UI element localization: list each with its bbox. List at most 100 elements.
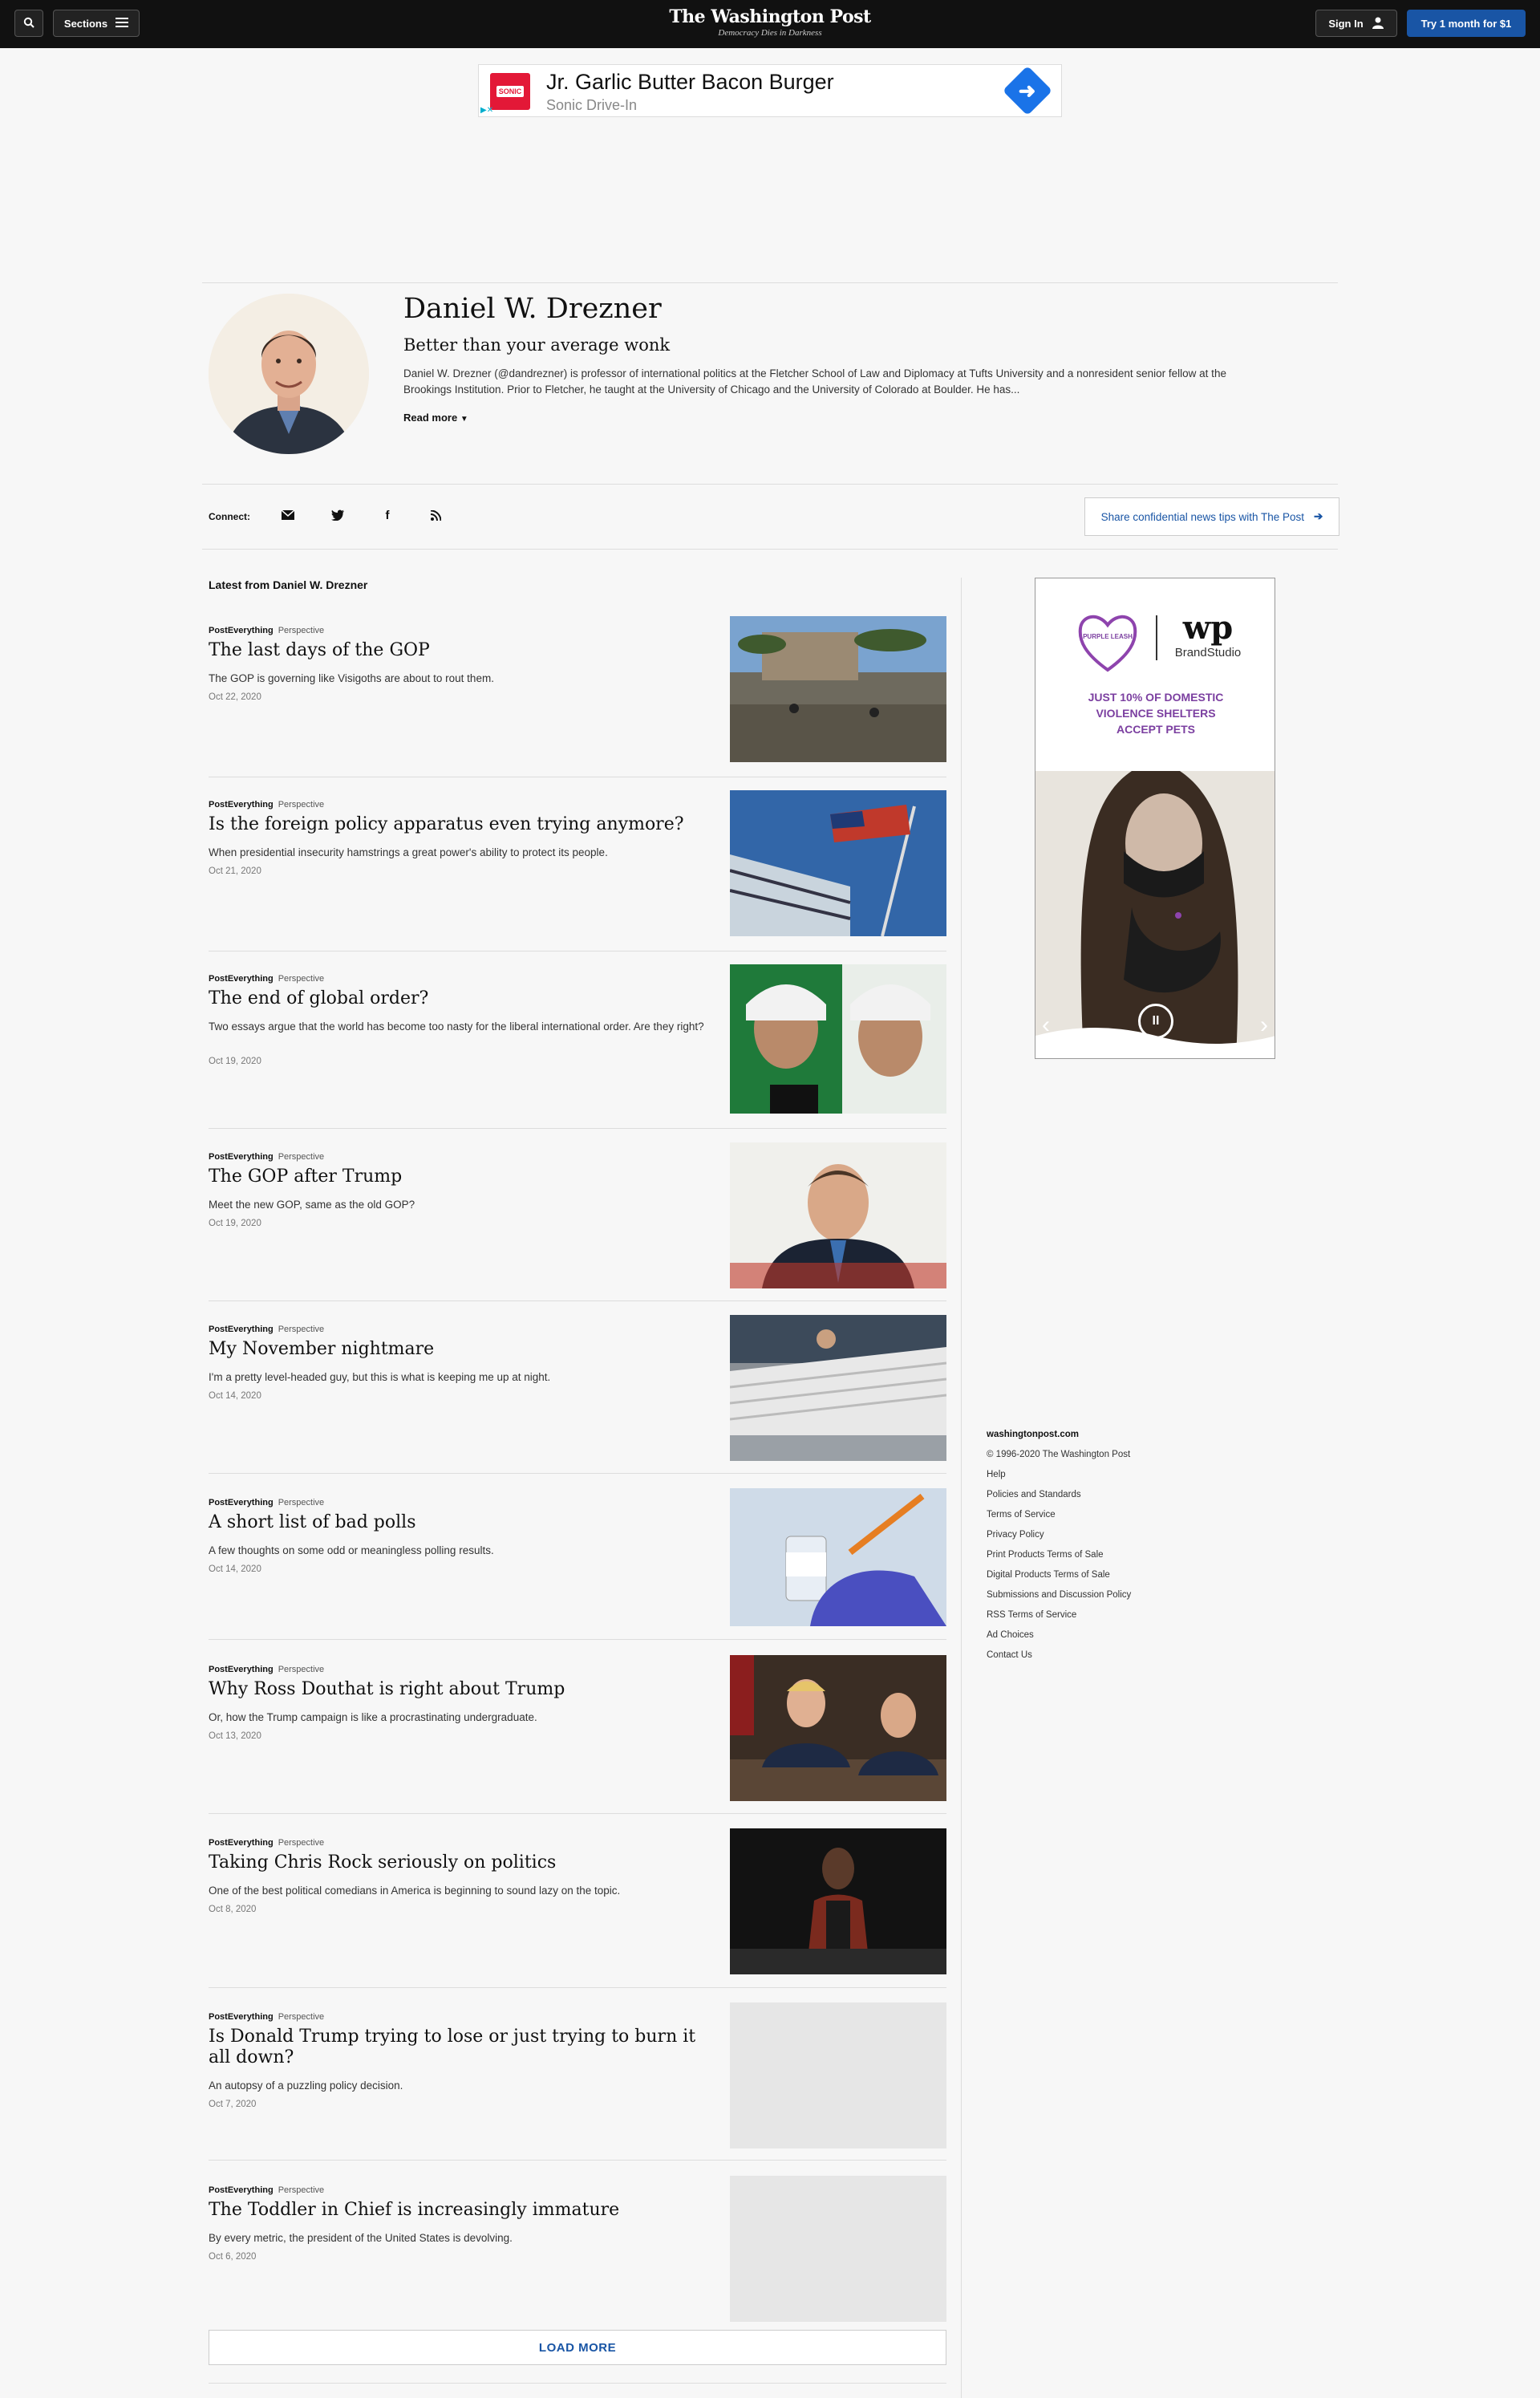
article-image[interactable] bbox=[730, 616, 946, 762]
load-more-button[interactable]: LOAD MORE bbox=[209, 2330, 946, 2365]
article-image[interactable] bbox=[730, 964, 946, 1114]
rss-icon[interactable] bbox=[426, 505, 445, 525]
article-headline[interactable]: Taking Chris Rock seriously on politics bbox=[209, 1852, 698, 1873]
article-date: Oct 8, 2020 bbox=[209, 1905, 257, 1914]
article-divider bbox=[209, 2160, 946, 2161]
footer-link-submissions[interactable]: Submissions and Discussion Policy bbox=[987, 1590, 1131, 1610]
author-name: Daniel W. Drezner bbox=[403, 293, 662, 325]
article-card[interactable]: PostEverything Perspective The Toddler in… bbox=[209, 2176, 946, 2331]
footer-link-help[interactable]: Help bbox=[987, 1470, 1131, 1490]
sonic-logo: SONIC bbox=[490, 73, 530, 110]
footer-link-privacy[interactable]: Privacy Policy bbox=[987, 1530, 1131, 1550]
ad-choices-icon[interactable]: ▶✕ bbox=[480, 106, 493, 115]
footer-link-policies[interactable]: Policies and Standards bbox=[987, 1490, 1131, 1510]
share-tips-button[interactable]: Share confidential news tips with The Po… bbox=[1084, 497, 1339, 536]
perspective-label: Perspective bbox=[278, 1498, 325, 1507]
footer-link-print-terms[interactable]: Print Products Terms of Sale bbox=[987, 1550, 1131, 1570]
divider bbox=[202, 282, 1338, 283]
article-date: Oct 7, 2020 bbox=[209, 2100, 257, 2109]
article-headline[interactable]: My November nightmare bbox=[209, 1339, 698, 1360]
facebook-icon[interactable]: f bbox=[378, 505, 397, 525]
article-headline[interactable]: Is the foreign policy apparatus even try… bbox=[209, 814, 698, 835]
section-link[interactable]: PostEverything bbox=[209, 626, 274, 635]
article-blurb: By every metric, the president of the Un… bbox=[209, 2232, 513, 2244]
carousel-prev-icon[interactable]: ‹ bbox=[1042, 1012, 1050, 1039]
footer-link-terms[interactable]: Terms of Service bbox=[987, 1510, 1131, 1530]
divider bbox=[202, 549, 1338, 550]
article-headline[interactable]: The end of global order? bbox=[209, 988, 698, 1009]
perspective-label: Perspective bbox=[278, 800, 325, 809]
top-banner-ad[interactable]: SONIC Jr. Garlic Butter Bacon Burger Son… bbox=[478, 64, 1062, 117]
sections-menu-button[interactable]: Sections bbox=[53, 10, 140, 37]
author-bio: Daniel W. Drezner (@dandrezner) is profe… bbox=[403, 367, 1226, 396]
article-headline[interactable]: Is Donald Trump trying to lose or just t… bbox=[209, 2027, 698, 2068]
perspective-label: Perspective bbox=[278, 2185, 325, 2195]
article-card[interactable]: PostEverything Perspective A short list o… bbox=[209, 1488, 946, 1644]
footer-link-contact[interactable]: Contact Us bbox=[987, 1650, 1131, 1670]
article-headline[interactable]: The last days of the GOP bbox=[209, 640, 698, 661]
section-link[interactable]: PostEverything bbox=[209, 800, 274, 809]
perspective-label: Perspective bbox=[278, 1152, 325, 1162]
article-kicker: PostEverything Perspective bbox=[209, 1498, 324, 1507]
sign-in-button[interactable]: Sign In bbox=[1315, 10, 1397, 37]
ad-title: Jr. Garlic Butter Bacon Burger bbox=[546, 70, 834, 94]
footer-link-rss[interactable]: RSS Terms of Service bbox=[987, 1610, 1131, 1630]
section-link[interactable]: PostEverything bbox=[209, 1838, 274, 1848]
footer-link-digital-terms[interactable]: Digital Products Terms of Sale bbox=[987, 1570, 1131, 1590]
email-icon[interactable] bbox=[278, 505, 298, 525]
article-card[interactable]: PostEverything Perspective Taking Chris R… bbox=[209, 1828, 946, 1984]
search-icon bbox=[23, 17, 34, 30]
article-image[interactable] bbox=[730, 1488, 946, 1626]
section-link[interactable]: PostEverything bbox=[209, 1498, 274, 1507]
article-image[interactable] bbox=[730, 1655, 946, 1801]
article-image[interactable] bbox=[730, 790, 946, 936]
logo-tagline: Democracy Dies in Darkness bbox=[718, 28, 822, 38]
article-date: Oct 13, 2020 bbox=[209, 1731, 261, 1741]
section-link[interactable]: PostEverything bbox=[209, 2012, 274, 2022]
search-button[interactable] bbox=[14, 10, 43, 37]
article-card[interactable]: PostEverything Perspective The last days … bbox=[209, 616, 946, 772]
article-headline[interactable]: The Toddler in Chief is increasingly imm… bbox=[209, 2200, 698, 2221]
article-image-placeholder[interactable] bbox=[730, 2002, 946, 2148]
section-link[interactable]: PostEverything bbox=[209, 1325, 274, 1334]
article-blurb: An autopsy of a puzzling policy decision… bbox=[209, 2079, 403, 2092]
article-card[interactable]: PostEverything Perspective Is the foreign… bbox=[209, 790, 946, 946]
article-image[interactable] bbox=[730, 1315, 946, 1461]
subscribe-button[interactable]: Try 1 month for $1 bbox=[1407, 10, 1526, 37]
section-link[interactable]: PostEverything bbox=[209, 1152, 274, 1162]
article-divider bbox=[209, 1639, 946, 1640]
article-card[interactable]: PostEverything Perspective The GOP after … bbox=[209, 1142, 946, 1298]
article-kicker: PostEverything Perspective bbox=[209, 1665, 324, 1674]
carousel-next-icon[interactable]: › bbox=[1260, 1012, 1268, 1039]
author-avatar bbox=[209, 294, 369, 454]
pause-icon[interactable]: II bbox=[1138, 1004, 1173, 1039]
section-link[interactable]: PostEverything bbox=[209, 2185, 274, 2195]
article-divider bbox=[209, 1987, 946, 1988]
article-card[interactable]: PostEverything Perspective Why Ross Douth… bbox=[209, 1655, 946, 1811]
directions-icon[interactable]: ➜ bbox=[1002, 65, 1053, 116]
article-image[interactable] bbox=[730, 1828, 946, 1974]
article-headline[interactable]: The GOP after Trump bbox=[209, 1167, 698, 1187]
article-image-placeholder[interactable] bbox=[730, 2176, 946, 2322]
wp-brandstudio-logo: wp BrandStudio bbox=[1174, 609, 1242, 660]
article-blurb: When presidential insecurity hamstrings … bbox=[209, 846, 608, 858]
sidebar-ad[interactable]: PURPLE LEASH wp BrandStudio JUST 10% OF … bbox=[1035, 578, 1275, 1059]
article-card[interactable]: PostEverything Perspective My November ni… bbox=[209, 1315, 946, 1471]
read-more-button[interactable]: Read more ▼ bbox=[403, 412, 468, 424]
article-headline[interactable]: Why Ross Douthat is right about Trump bbox=[209, 1679, 698, 1700]
article-card[interactable]: PostEverything Perspective Is Donald Trum… bbox=[209, 2002, 946, 2158]
divider bbox=[202, 484, 1338, 485]
article-divider bbox=[209, 1813, 946, 1814]
washington-post-logo[interactable]: The Washington Post Democracy Dies in Da… bbox=[610, 6, 930, 38]
ad-divider bbox=[1156, 615, 1157, 660]
article-kicker: PostEverything Perspective bbox=[209, 626, 324, 635]
article-card[interactable]: PostEverything Perspective The end of glo… bbox=[209, 964, 946, 1120]
footer-site[interactable]: washingtonpost.com bbox=[987, 1430, 1131, 1450]
article-headline[interactable]: A short list of bad polls bbox=[209, 1512, 698, 1533]
section-link[interactable]: PostEverything bbox=[209, 1665, 274, 1674]
twitter-icon[interactable] bbox=[328, 505, 347, 525]
article-image[interactable] bbox=[730, 1142, 946, 1288]
ad-headline: JUST 10% OF DOMESTIC VIOLENCE SHELTERS A… bbox=[1088, 691, 1224, 736]
section-link[interactable]: PostEverything bbox=[209, 974, 274, 984]
footer-link-ad-choices[interactable]: Ad Choices bbox=[987, 1630, 1131, 1650]
